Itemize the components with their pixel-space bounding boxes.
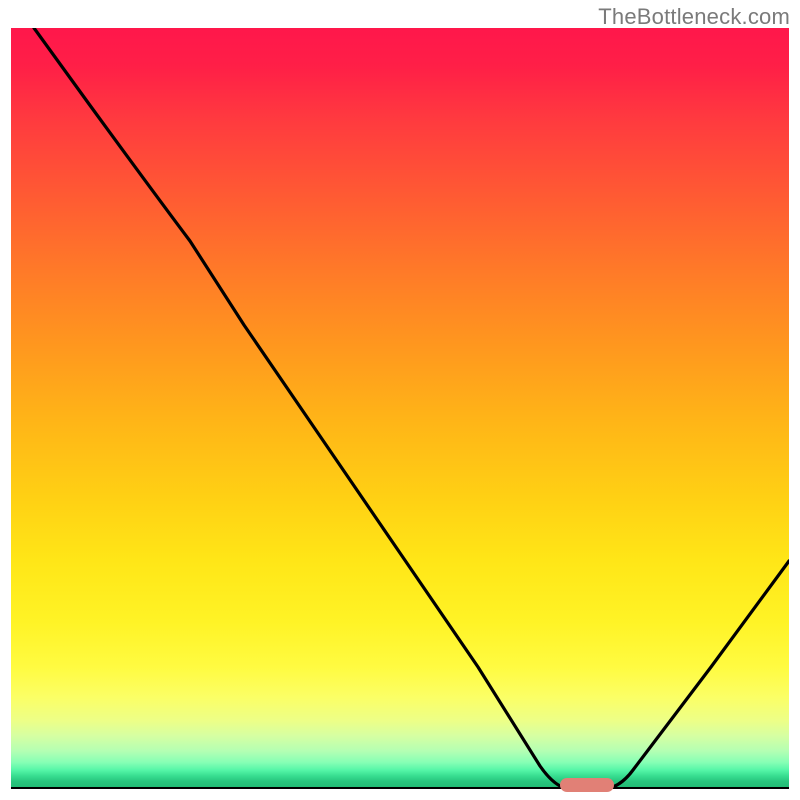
watermark-text: TheBottleneck.com [598,4,790,30]
optimal-range-marker [560,778,614,792]
chart-background-gradient [11,28,789,789]
bottleneck-chart: TheBottleneck.com [0,0,800,800]
x-axis-baseline [11,787,789,789]
